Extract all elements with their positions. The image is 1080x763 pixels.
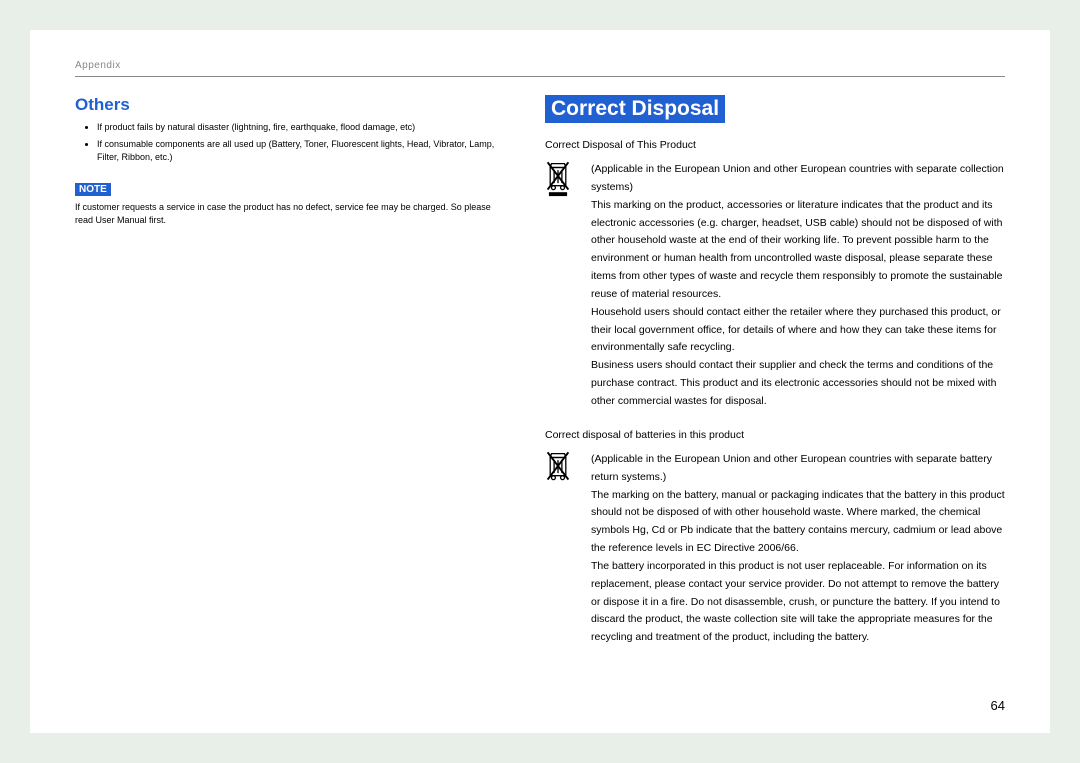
note-text: If customer requests a service in case t… (75, 201, 505, 228)
paragraph: The battery incorporated in this product… (591, 558, 1005, 647)
columns: Others If product fails by natural disas… (75, 95, 1005, 665)
bullet-list: If product fails by natural disaster (li… (75, 121, 505, 165)
section-label: Appendix (75, 60, 1005, 71)
paragraph: (Applicable in the European Union and ot… (591, 451, 1005, 487)
paragraph: Business users should contact their supp… (591, 357, 1005, 411)
list-item: If consumable components are all used up… (97, 138, 505, 165)
others-heading: Others (75, 95, 505, 115)
paragraph: The marking on the battery, manual or pa… (591, 487, 1005, 558)
weee-icon (545, 161, 577, 411)
paragraph: (Applicable in the European Union and ot… (591, 161, 1005, 197)
product-disposal-section: (Applicable in the European Union and ot… (545, 161, 1005, 411)
paragraph: Household users should contact either th… (591, 304, 1005, 358)
page-number: 64 (991, 698, 1005, 713)
disposal-heading: Correct Disposal (545, 95, 725, 123)
paragraph: This marking on the product, accessories… (591, 197, 1005, 304)
weee-icon (545, 451, 577, 647)
battery-disposal-section: (Applicable in the European Union and ot… (545, 451, 1005, 647)
subheading-product: Correct Disposal of This Product (545, 139, 1005, 151)
note-badge: NOTE (75, 183, 111, 196)
document-page: Appendix Others If product fails by natu… (30, 30, 1050, 733)
list-item: If product fails by natural disaster (li… (97, 121, 505, 135)
battery-disposal-text: (Applicable in the European Union and ot… (591, 451, 1005, 647)
divider (75, 76, 1005, 77)
product-disposal-text: (Applicable in the European Union and ot… (591, 161, 1005, 411)
left-column: Others If product fails by natural disas… (75, 95, 505, 665)
subheading-battery: Correct disposal of batteries in this pr… (545, 429, 1005, 441)
right-column: Correct Disposal Correct Disposal of Thi… (545, 95, 1005, 665)
